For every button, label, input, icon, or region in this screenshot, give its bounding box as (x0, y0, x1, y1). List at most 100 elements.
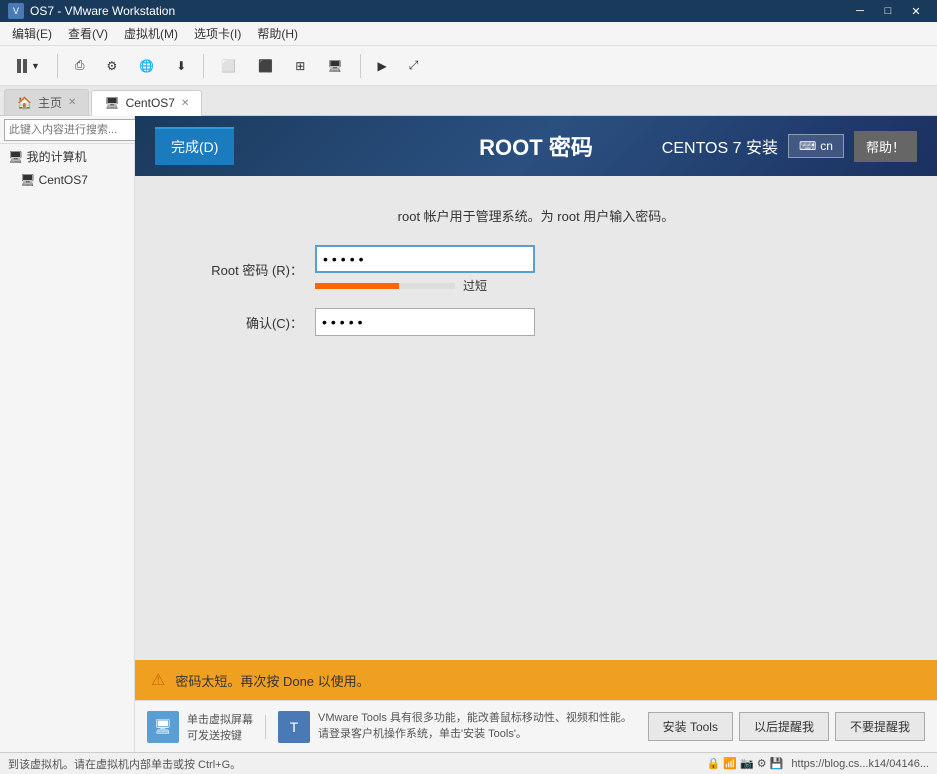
lang-label: cn (820, 139, 833, 153)
root-password-label: Root 密码 (R)： (155, 260, 315, 279)
toolbar-arrow: ▼ (31, 61, 40, 71)
sidebar-centos7-label: CentOS7 (39, 173, 88, 187)
toolbar-btn-1[interactable]: ⎙ (66, 51, 94, 81)
vm-bottom-icon: 🖥 (147, 711, 179, 743)
pause-button[interactable]: ▼ (8, 51, 49, 81)
centos-label: CENTOS 7 安装 (662, 134, 778, 158)
status-bar: 到该虚拟机。请在虚拟机内部单击或按 Ctrl+G。 🔒 📶 📷 ⚙ 💾 http… (0, 752, 937, 774)
menu-view[interactable]: 查看(V) (60, 23, 116, 44)
status-url: https://blog.cs...k14/04146... (791, 758, 929, 770)
search-input[interactable] (4, 119, 156, 141)
toolbar: ▼ ⎙ ⚙ 🌐 ⬇ ⬜ ⬛ ⊞ 🖥 ▶ ⤢ (0, 46, 937, 86)
menu-edit[interactable]: 编辑(E) (4, 23, 60, 44)
main-area: ▼ 🖥 我的计算机 🖥 CentOS7 完成(D) ROOT 密码 CENTOS… (0, 116, 937, 752)
vm-sidebar-icon: 🖥 (20, 173, 39, 187)
menubar: 编辑(E) 查看(V) 虚拟机(M) 选项卡(I) 帮助(H) (0, 22, 937, 46)
toolbar-btn-9[interactable]: ▶ (369, 51, 396, 81)
strength-text: 过短 (463, 277, 487, 294)
search-bar: ▼ (0, 116, 134, 144)
toolbar-separator-3 (360, 54, 361, 78)
minimize-button[interactable]: ─ (847, 2, 873, 20)
confirm-password-label: 确认(C)： (155, 313, 315, 332)
strength-wrap: 过短 (315, 277, 535, 294)
screenshot-icon: ⎙ (75, 58, 85, 73)
keyboard-icon: ⌨ (799, 139, 816, 153)
toolbar-btn-3[interactable]: 🌐 (130, 51, 163, 81)
confirm-password-input[interactable] (315, 308, 535, 336)
grid-icon: ⊞ (295, 59, 305, 73)
content-area: 完成(D) ROOT 密码 CENTOS 7 安装 ⌨ cn 帮助！ root … (135, 116, 937, 752)
network-icon: 🌐 (139, 59, 154, 73)
toolbar-btn-4[interactable]: ⬇ (167, 51, 195, 81)
download-icon: ⬇ (176, 59, 186, 73)
app-icon: V (8, 3, 24, 19)
display-icon: 🖥 (327, 59, 342, 73)
vm-hint: 单击虚拟屏幕 可发送按键 (187, 711, 253, 743)
menu-vm[interactable]: 虚拟机(M) (116, 23, 186, 44)
remind-later-button[interactable]: 以后提醒我 (739, 712, 829, 741)
status-text: 到该虚拟机。请在虚拟机内部单击或按 Ctrl+G。 (8, 756, 241, 772)
toolbar-btn-8[interactable]: 🖥 (318, 51, 351, 81)
sidebar-item-centos7[interactable]: 🖥 CentOS7 (0, 169, 134, 191)
form-area: root 帐户用于管理系统。为 root 用户输入密码。 Root 密码 (R)… (135, 176, 937, 660)
toolbar-btn-2[interactable]: ⚙ (98, 51, 127, 81)
sidebar-item-mycomputer[interactable]: 🖥 我的计算机 (0, 144, 134, 169)
window-controls: ─ □ ✕ (847, 2, 929, 20)
status-tray: 🔒 📶 📷 ⚙ 💾 (707, 757, 784, 770)
home-icon: 🏠 (17, 96, 32, 110)
tab-centos7-label: CentOS7 (126, 96, 175, 110)
close-button[interactable]: ✕ (903, 2, 929, 20)
fullscreen-icon: ⤢ (409, 58, 419, 73)
pause-icon (17, 59, 27, 73)
vm-hint-line1: 单击虚拟屏幕 (187, 711, 253, 727)
strength-bar-container (315, 283, 455, 289)
tab-home[interactable]: 🏠 主页 ✕ (4, 89, 89, 115)
windows-icon: ⬛ (258, 59, 273, 73)
titlebar: V OS7 - VMware Workstation ─ □ ✕ (0, 0, 937, 22)
status-right: 🔒 📶 📷 ⚙ 💾 https://blog.cs...k14/04146... (707, 757, 929, 770)
done-button[interactable]: 完成(D) (155, 127, 234, 165)
lang-selector[interactable]: ⌨ cn (788, 134, 844, 158)
bottom-bar: 🖥 单击虚拟屏幕 可发送按键 T VMware Tools 具有很多功能，能改善… (135, 700, 937, 752)
help-button[interactable]: 帮助！ (854, 131, 917, 162)
warning-text: 密码太短。再次按 Done 以使用。 (175, 671, 369, 690)
root-password-wrap: 过短 (315, 245, 535, 294)
bottom-separator (265, 715, 266, 739)
sidebar: ▼ 🖥 我的计算机 🖥 CentOS7 (0, 116, 135, 752)
window-title: OS7 - VMware Workstation (30, 4, 847, 18)
app-window: V OS7 - VMware Workstation ─ □ ✕ 编辑(E) 查… (0, 0, 937, 774)
settings-icon: ⚙ (107, 59, 118, 73)
header-left: 完成(D) (155, 127, 234, 165)
confirm-password-wrap (315, 308, 535, 336)
tab-centos7[interactable]: 🖥 CentOS7 ✕ (91, 90, 202, 116)
toolbar-separator-1 (57, 54, 58, 78)
content-header: 完成(D) ROOT 密码 CENTOS 7 安装 ⌨ cn 帮助！ (135, 116, 937, 176)
tab-home-close[interactable]: ✕ (68, 97, 76, 108)
install-tools-button[interactable]: 安装 Tools (648, 712, 733, 741)
warning-icon: ⚠ (151, 670, 165, 690)
computer-icon: 🖥 (8, 150, 27, 164)
menu-tab[interactable]: 选项卡(I) (186, 23, 249, 44)
toolbar-btn-10[interactable]: ⤢ (400, 51, 428, 81)
root-password-row: Root 密码 (R)： 过短 (155, 245, 917, 294)
menu-help[interactable]: 帮助(H) (249, 23, 306, 44)
no-remind-button[interactable]: 不要提醒我 (835, 712, 925, 741)
restore-button[interactable]: □ (875, 2, 901, 20)
page-title: ROOT 密码 (479, 130, 593, 162)
toolbar-btn-5[interactable]: ⬜ (212, 51, 245, 81)
toolbar-separator-2 (203, 54, 204, 78)
vm-hint-line2: 可发送按键 (187, 727, 253, 743)
confirm-password-row: 确认(C)： (155, 308, 917, 336)
root-password-input[interactable] (315, 245, 535, 273)
header-right: CENTOS 7 安装 ⌨ cn 帮助！ (662, 131, 917, 162)
tabs-bar: 🏠 主页 ✕ 🖥 CentOS7 ✕ (0, 86, 937, 116)
toolbar-btn-6[interactable]: ⬛ (249, 51, 282, 81)
form-description: root 帐户用于管理系统。为 root 用户输入密码。 (155, 206, 917, 225)
bottom-left: 🖥 单击虚拟屏幕 可发送按键 T VMware Tools 具有很多功能，能改善… (147, 711, 640, 743)
window-icon: ⬜ (221, 59, 236, 73)
strength-bar (315, 283, 399, 289)
tab-home-label: 主页 (38, 94, 62, 111)
toolbar-btn-7[interactable]: ⊞ (286, 51, 314, 81)
tools-text: VMware Tools 具有很多功能，能改善鼠标移动性、视频和性能。请登录客户… (318, 711, 638, 742)
tab-centos7-close[interactable]: ✕ (181, 98, 189, 109)
